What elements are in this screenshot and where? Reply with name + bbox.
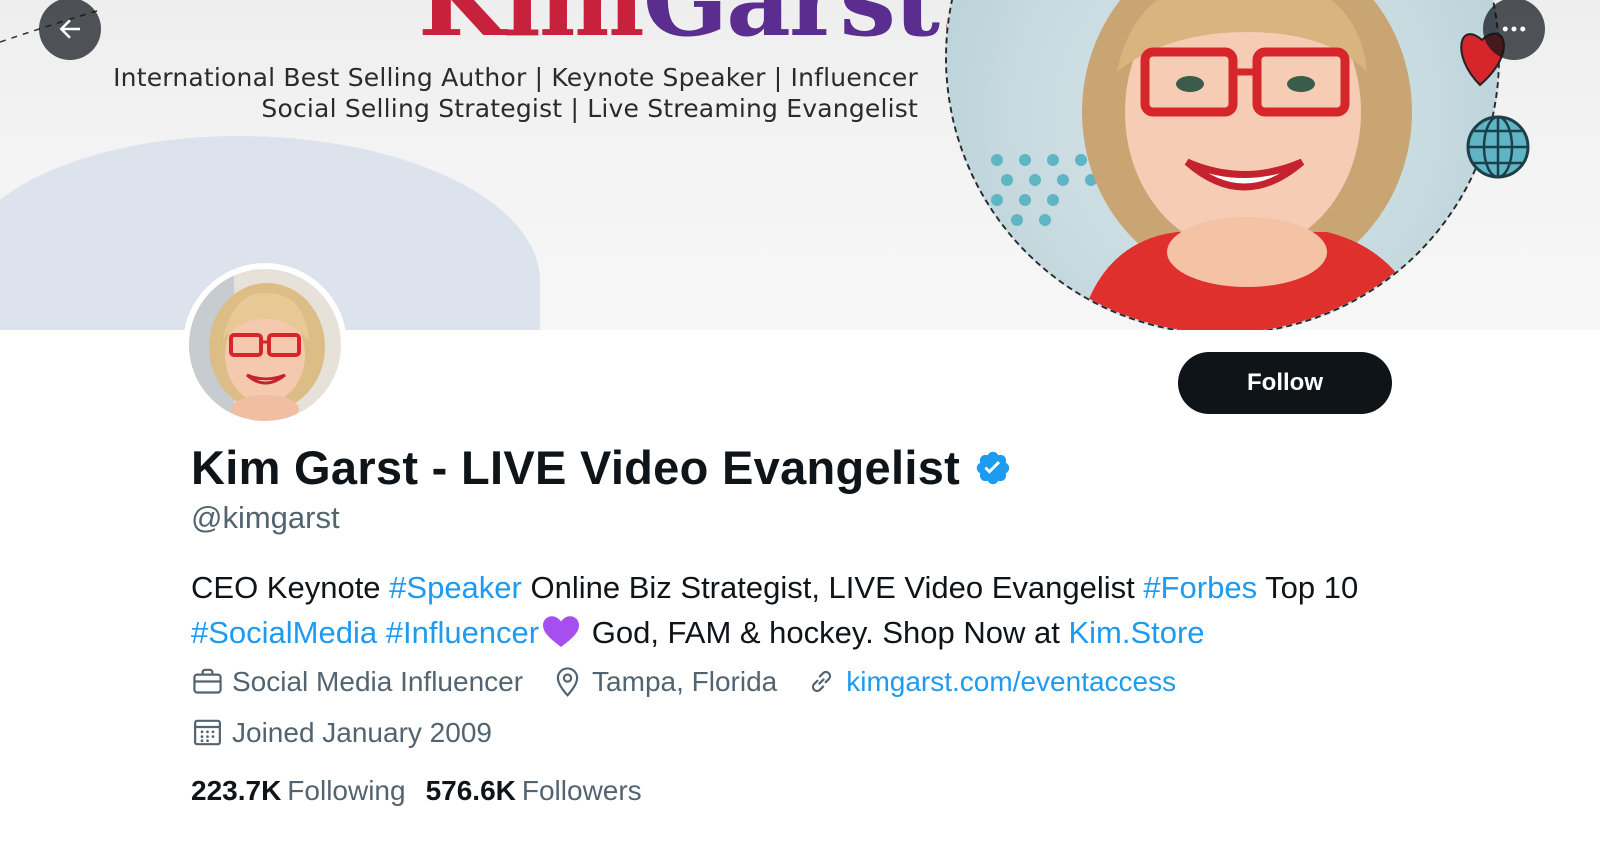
avatar-image [189,269,341,421]
website-link[interactable]: kimgarst.com/eventaccess [846,666,1176,698]
link-icon [805,665,838,698]
bio-text: God, FAM & hockey. Shop Now at [583,615,1069,650]
bio-text: Online Biz Strategist, LIVE Video Evange… [521,570,1144,605]
calendar-icon [191,716,224,749]
arrow-left-icon [59,19,80,39]
hashtag-link-socialmedia[interactable]: #SocialMedia [191,615,377,650]
profile-joined: Joined January 2009 [191,716,492,749]
profile-display-name: Kim Garst - LIVE Video Evangelist [191,440,1012,495]
more-button[interactable] [1483,0,1545,60]
display-name-text: Kim Garst - LIVE Video Evangelist [191,441,961,494]
profile-stats: 223.7K Following 576.6K Followers [191,775,662,807]
follow-button[interactable]: Follow [1178,352,1392,414]
profile-category: Social Media Influencer [191,665,523,698]
bio-store-link[interactable]: Kim.Store [1068,615,1204,650]
bio-text: CEO Keynote [191,570,390,605]
location-pin-icon [551,665,584,698]
following-label: Following [287,775,406,806]
hashtag-link-speaker[interactable]: #Speaker [389,570,522,605]
followers-count: 576.6K [425,775,516,806]
profile-website[interactable]: kimgarst.com/eventaccess [805,665,1176,698]
profile-bio: CEO Keynote #Speaker Online Biz Strategi… [191,565,1406,655]
profile-location: Tampa, Florida [551,665,777,698]
followers-label: Followers [521,775,642,806]
bio-text: Top 10 [1257,570,1359,605]
category-text: Social Media Influencer [232,665,524,697]
location-text: Tampa, Florida [592,665,778,697]
profile-handle: @kimgarst [191,500,340,535]
back-button[interactable] [39,0,101,60]
verified-badge-icon[interactable] [974,449,1012,487]
purple-heart-icon [543,616,580,647]
bio-text [377,615,386,650]
following-count: 223.7K [191,775,282,806]
joined-text: Joined January 2009 [232,716,492,748]
hashtag-link-forbes[interactable]: #Forbes [1143,570,1257,605]
followers-stat[interactable]: 576.6K Followers [426,775,642,807]
more-horizontal-icon [1502,26,1526,32]
profile-joined-row: Joined January 2009 [191,716,520,749]
hashtag-link-influencer[interactable]: #Influencer [386,615,539,650]
profile-meta-row: Social Media Influencer Tampa, Florida k… [191,665,1204,698]
following-stat[interactable]: 223.7K Following [191,775,406,807]
profile-avatar[interactable] [183,263,347,427]
briefcase-icon [191,665,224,698]
